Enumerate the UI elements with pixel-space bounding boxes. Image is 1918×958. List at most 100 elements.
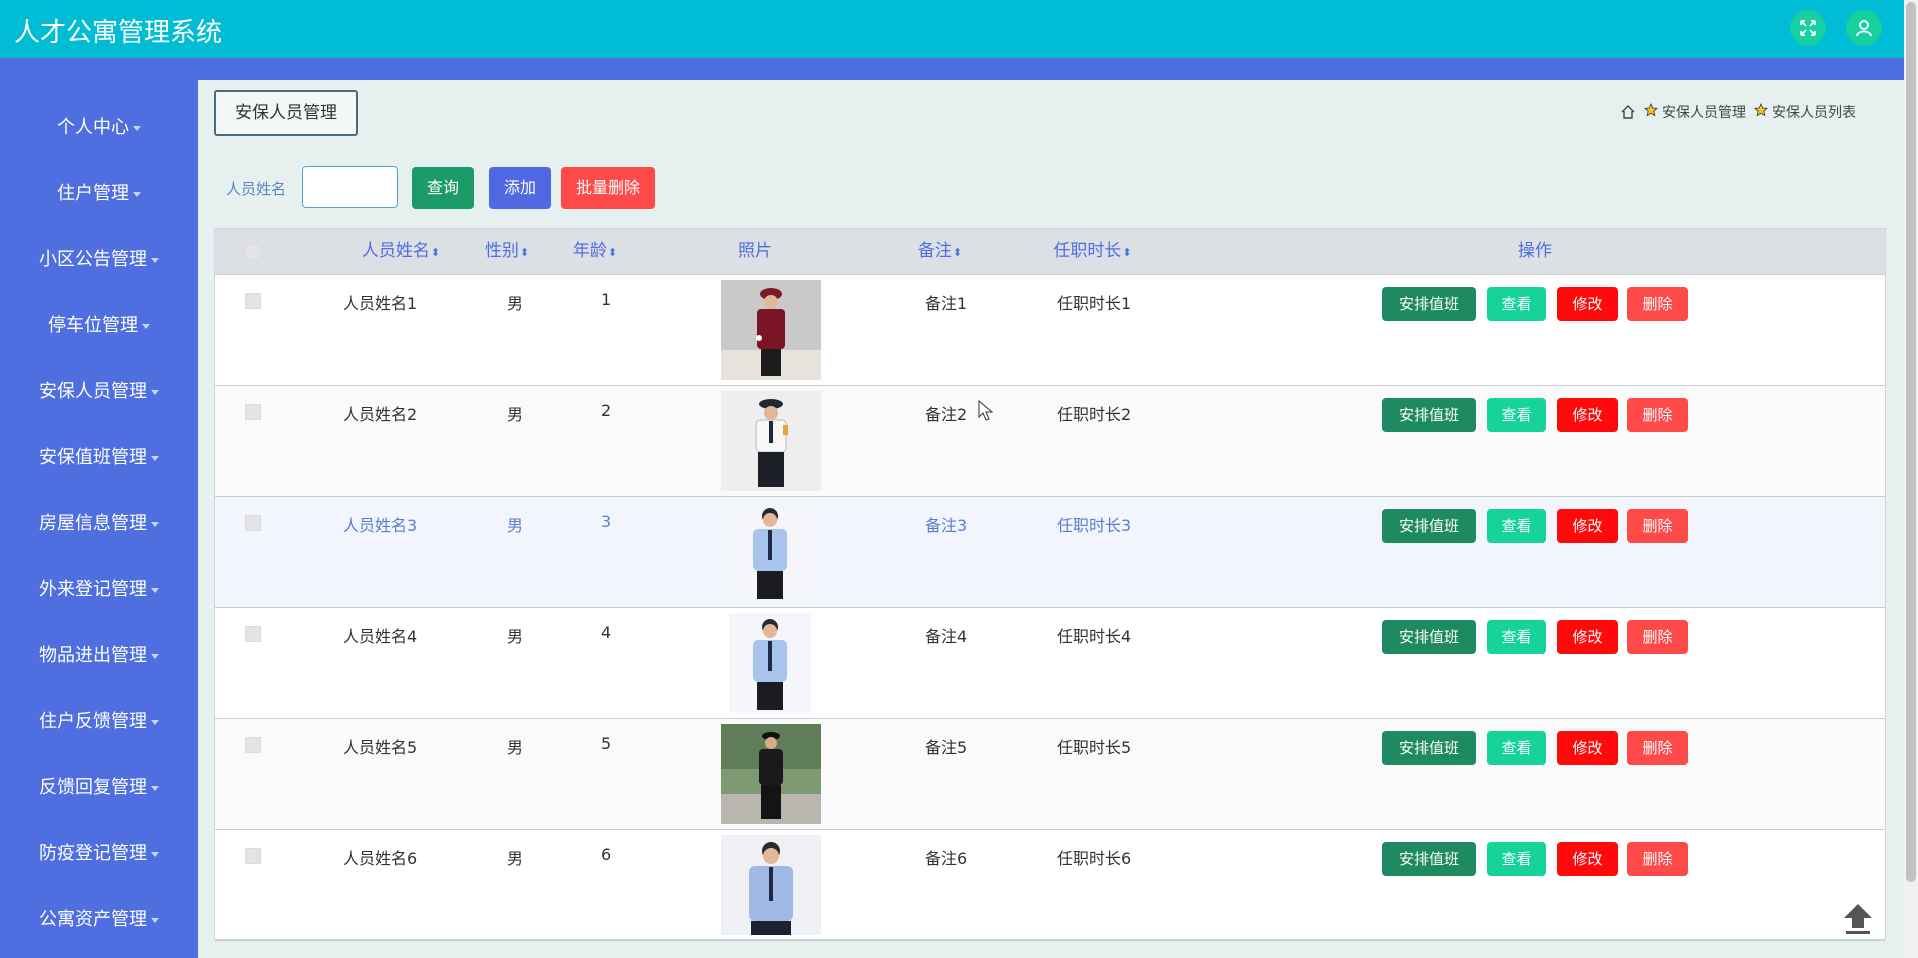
edit-button[interactable]: 修改 <box>1557 398 1618 432</box>
sidebar-item-label: 物品进出管理 <box>39 645 147 666</box>
view-button[interactable]: 查看 <box>1487 731 1546 765</box>
arrange-duty-button[interactable]: 安排值班 <box>1382 620 1476 654</box>
row-checkbox[interactable] <box>245 404 261 420</box>
delete-button[interactable]: 删除 <box>1627 287 1688 321</box>
batch-delete-button[interactable]: 批量删除 <box>561 167 655 209</box>
col-header-actions: 操作 <box>1518 241 1552 261</box>
arrange-duty-button[interactable]: 安排值班 <box>1382 731 1476 765</box>
sidebar-item-label: 安保人员管理 <box>39 381 147 402</box>
sidebar-item-epidemic[interactable]: 防疫登记管理 <box>0 834 198 874</box>
row-checkbox[interactable] <box>245 293 261 309</box>
delete-button[interactable]: 删除 <box>1627 509 1688 543</box>
arrange-duty-button[interactable]: 安排值班 <box>1382 509 1476 543</box>
cell-age: 4 <box>601 623 612 642</box>
user-menu-button[interactable] <box>1846 10 1882 46</box>
mouse-cursor-icon <box>978 400 994 421</box>
sidebar-item-visitors[interactable]: 外来登记管理 <box>0 570 198 610</box>
col-header-age[interactable]: 年龄⬍ <box>565 229 625 274</box>
cell-gender: 男 <box>507 294 524 313</box>
row-checkbox[interactable] <box>245 737 261 753</box>
cell-name: 人员姓名2 <box>343 405 418 424</box>
table-row: 人员姓名4 男 4 备注4 任职时长4 安排值班 查看 修改 删除 <box>215 608 1885 719</box>
view-button[interactable]: 查看 <box>1487 398 1546 432</box>
guard-photo-image <box>721 280 821 380</box>
staff-photo[interactable] <box>721 835 821 935</box>
sidebar-item-security-staff[interactable]: 安保人员管理 <box>0 372 198 412</box>
cell-age: 6 <box>601 845 612 864</box>
col-header-tenure[interactable]: 任职时长⬍ <box>1035 229 1150 274</box>
top-bar: 人才公寓管理系统 <box>0 0 1904 58</box>
sidebar-item-feedback-reply[interactable]: 反馈回复管理 <box>0 768 198 808</box>
row-checkbox[interactable] <box>245 626 261 642</box>
cell-name: 人员姓名4 <box>343 627 418 646</box>
sidebar-item-label: 停车位管理 <box>48 315 138 336</box>
fullscreen-button[interactable] <box>1790 10 1826 46</box>
sidebar-item-notices[interactable]: 小区公告管理 <box>0 240 198 280</box>
home-icon[interactable] <box>1620 104 1636 120</box>
staff-photo[interactable] <box>729 502 811 602</box>
sidebar-item-residents[interactable]: 住户管理 <box>0 174 198 214</box>
edit-button[interactable]: 修改 <box>1557 509 1618 543</box>
view-button[interactable]: 查看 <box>1487 620 1546 654</box>
edit-button[interactable]: 修改 <box>1557 842 1618 876</box>
cell-remark: 备注2 <box>925 405 968 424</box>
user-icon <box>1856 20 1872 37</box>
chevron-down-icon <box>151 719 159 725</box>
back-to-top-button[interactable] <box>1840 900 1876 936</box>
sidebar-item-label: 外来登记管理 <box>39 579 147 600</box>
col-header-name[interactable]: 人员姓名⬍ <box>341 229 461 274</box>
table-row: 人员姓名3 男 3 备注3 任职时长3 安排值班 查看 修改 删除 <box>215 497 1885 608</box>
arrange-duty-button[interactable]: 安排值班 <box>1382 287 1476 321</box>
sidebar-item-parking[interactable]: 停车位管理 <box>0 306 198 346</box>
cell-age: 1 <box>601 290 612 309</box>
staff-photo[interactable] <box>721 724 821 824</box>
star-icon <box>1644 103 1658 117</box>
sidebar-item-assets[interactable]: 公寓资产管理 <box>0 900 198 940</box>
breadcrumb-item[interactable]: 安保人员管理 <box>1662 102 1746 122</box>
add-button[interactable]: 添加 <box>489 167 551 209</box>
cell-remark: 备注1 <box>925 294 968 313</box>
chevron-down-icon <box>151 851 159 857</box>
guard-photo-image <box>721 391 821 491</box>
cell-gender: 男 <box>507 849 524 868</box>
view-button[interactable]: 查看 <box>1487 842 1546 876</box>
col-header-remark[interactable]: 备注⬍ <box>910 229 970 274</box>
staff-photo[interactable] <box>721 280 821 380</box>
delete-button[interactable]: 删除 <box>1627 620 1688 654</box>
view-button[interactable]: 查看 <box>1487 509 1546 543</box>
sidebar-item-feedback[interactable]: 住户反馈管理 <box>0 702 198 742</box>
delete-button[interactable]: 删除 <box>1627 731 1688 765</box>
cell-gender: 男 <box>507 516 524 535</box>
sort-icon: ⬍ <box>519 246 530 259</box>
delete-button[interactable]: 删除 <box>1627 842 1688 876</box>
sidebar-item-housing[interactable]: 房屋信息管理 <box>0 504 198 544</box>
fullscreen-icon <box>1800 20 1816 36</box>
edit-button[interactable]: 修改 <box>1557 731 1618 765</box>
staff-photo[interactable] <box>721 391 821 491</box>
cell-name: 人员姓名3 <box>343 516 418 535</box>
col-header-gender[interactable]: 性别⬍ <box>477 229 537 274</box>
scrollbar-thumb[interactable] <box>1906 2 1916 882</box>
view-button[interactable]: 查看 <box>1487 287 1546 321</box>
name-search-input[interactable] <box>302 166 398 208</box>
sidebar-item-security-duty[interactable]: 安保值班管理 <box>0 438 198 478</box>
edit-button[interactable]: 修改 <box>1557 287 1618 321</box>
sidebar-item-personal-center[interactable]: 个人中心 <box>0 108 198 148</box>
sidebar: 个人中心 住户管理 小区公告管理 停车位管理 安保人员管理 安保值班管理 房屋信… <box>0 80 198 958</box>
edit-button[interactable]: 修改 <box>1557 620 1618 654</box>
cell-tenure: 任职时长1 <box>1057 294 1132 313</box>
delete-button[interactable]: 删除 <box>1627 398 1688 432</box>
select-all-checkbox[interactable] <box>245 244 261 260</box>
row-checkbox[interactable] <box>245 515 261 531</box>
query-button[interactable]: 查询 <box>412 167 474 209</box>
cell-name: 人员姓名6 <box>343 849 418 868</box>
sidebar-item-label: 安保值班管理 <box>39 447 147 468</box>
search-label: 人员姓名 <box>226 180 287 198</box>
row-checkbox[interactable] <box>245 848 261 864</box>
arrange-duty-button[interactable]: 安排值班 <box>1382 398 1476 432</box>
chevron-down-icon <box>151 257 159 263</box>
sidebar-item-goods[interactable]: 物品进出管理 <box>0 636 198 676</box>
staff-photo[interactable] <box>729 613 811 713</box>
chevron-down-icon <box>151 455 159 461</box>
arrange-duty-button[interactable]: 安排值班 <box>1382 842 1476 876</box>
